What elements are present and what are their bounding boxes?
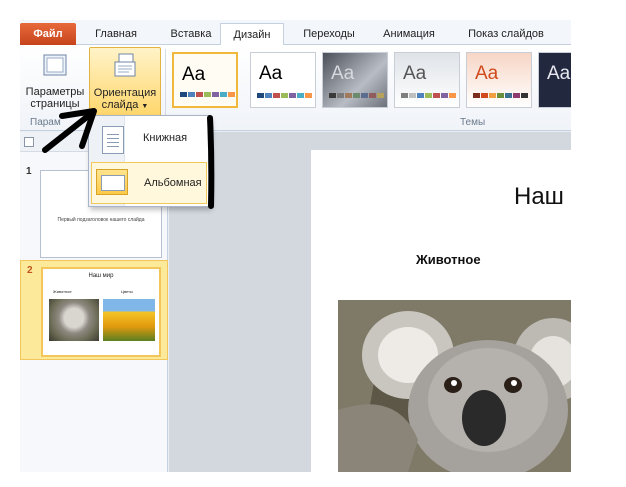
- landscape-label: Альбомная: [144, 177, 202, 189]
- thumb-2-right-heading: Цветы: [121, 289, 133, 294]
- tab-animation[interactable]: Анимация: [372, 23, 446, 45]
- screenshot-root: Файл Главная Вставка Дизайн Переходы Ани…: [0, 0, 626, 487]
- slide-number-2: 2: [27, 265, 33, 276]
- landscape-icon: [96, 169, 128, 195]
- orientation-portrait-option[interactable]: Книжная: [91, 118, 207, 160]
- collapse-icon[interactable]: [24, 137, 34, 147]
- slide-subtitle[interactable]: Животное: [416, 252, 481, 267]
- slide-title[interactable]: Наш: [514, 183, 564, 211]
- theme-dark-gray[interactable]: Aa: [322, 52, 388, 108]
- thumb-2-tulips-image: [103, 299, 155, 341]
- orientation-landscape-option[interactable]: Альбомная: [91, 162, 207, 204]
- theme-4-label: Aa: [403, 63, 427, 84]
- theme-5-swatches: [473, 93, 528, 98]
- thumb-2-title: Наш мир: [88, 273, 114, 279]
- group-label-params: Парам: [30, 117, 61, 128]
- theme-office[interactable]: Aa: [172, 52, 238, 108]
- tab-design[interactable]: Дизайн: [220, 23, 284, 46]
- slide-number-1: 1: [26, 166, 32, 177]
- theme-3-label: Aa: [331, 63, 355, 84]
- powerpoint-window: Файл Главная Вставка Дизайн Переходы Ани…: [20, 20, 571, 472]
- slide-orientation-label-2: слайда ▼: [90, 99, 160, 113]
- slide-orientation-label-1: Ориентация: [93, 87, 157, 99]
- theme-3-swatches: [329, 93, 384, 98]
- thumb-2-left-heading: Животное: [53, 289, 72, 294]
- tab-slideshow[interactable]: Показ слайдов: [456, 23, 556, 45]
- tab-home[interactable]: Главная: [80, 23, 152, 45]
- orientation-dropdown: Книжная Альбомная: [88, 115, 210, 207]
- chevron-down-icon: ▼: [141, 103, 149, 110]
- theme-light[interactable]: Aa: [394, 52, 460, 108]
- theme-1-swatches: [180, 92, 235, 97]
- tab-transitions[interactable]: Переходы: [292, 23, 366, 45]
- portrait-label: Книжная: [143, 132, 188, 144]
- thumb-1-subtitle: Первый подзаголовок нашего слайда: [57, 217, 145, 223]
- tab-file[interactable]: Файл: [20, 23, 76, 45]
- tab-insert[interactable]: Вставка: [160, 23, 222, 45]
- theme-6-label: Aa: [547, 63, 571, 84]
- group-label-themes: Темы: [460, 117, 486, 128]
- theme-2-swatches: [257, 93, 312, 98]
- koala-image[interactable]: [338, 300, 571, 472]
- theme-2-label: Aa: [259, 63, 283, 84]
- theme-white[interactable]: Aa: [250, 52, 316, 108]
- theme-navy[interactable]: Aa: [538, 52, 571, 108]
- theme-5-label: Aa: [475, 63, 499, 84]
- theme-1-label: Aa: [182, 64, 206, 85]
- theme-4-swatches: [401, 93, 456, 98]
- slide-orientation-button[interactable]: Ориентация слайда ▼: [89, 47, 161, 117]
- slide-thumbnail-row-2[interactable]: 2 Наш мир Животное Цветы: [20, 260, 168, 360]
- slide-orientation-icon: [90, 52, 160, 83]
- slide-orientation-label-2-text: слайда: [101, 99, 139, 111]
- page-setup-label-1: Параметры: [25, 86, 85, 98]
- ribbon-tab-bar: Файл Главная Вставка Дизайн Переходы Ани…: [20, 20, 571, 46]
- portrait-icon: [102, 126, 124, 154]
- thumb-2-koala-image: [49, 299, 99, 341]
- page-setup-label-2: страницы: [30, 98, 80, 110]
- page-setup-button[interactable]: Параметры страницы: [22, 47, 88, 117]
- page-setup-icon: [22, 51, 88, 82]
- theme-orange[interactable]: Aa: [466, 52, 532, 108]
- slide-thumbnail-2[interactable]: Наш мир Животное Цветы: [41, 267, 161, 357]
